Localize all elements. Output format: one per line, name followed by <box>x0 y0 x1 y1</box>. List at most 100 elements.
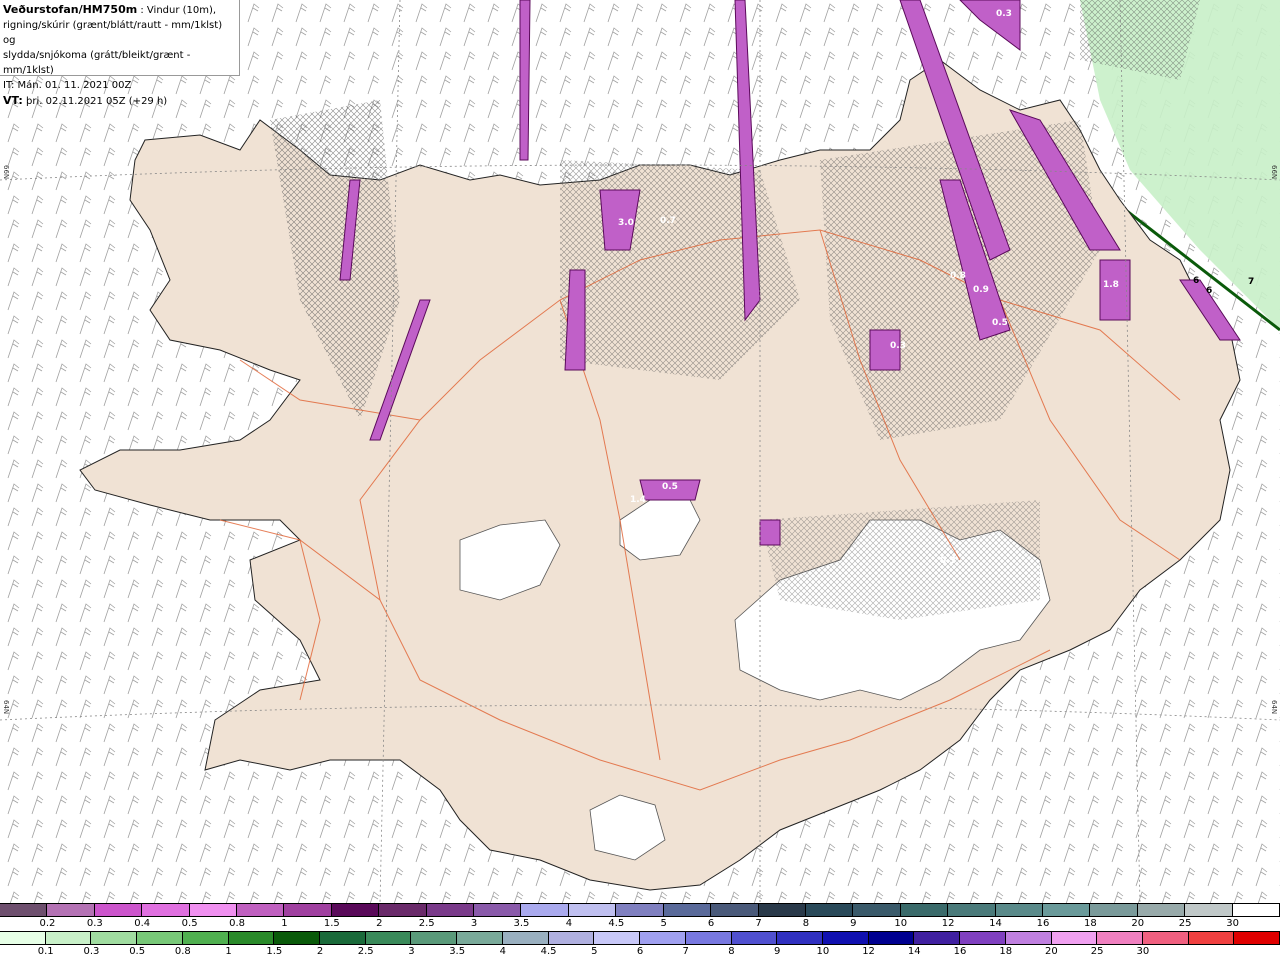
legend-swatch <box>502 932 549 944</box>
map-value: 1.8 <box>1103 280 1119 290</box>
legend-swatch <box>777 932 823 944</box>
legend-swatch <box>1090 904 1138 916</box>
map-value: 0.3 <box>996 9 1012 19</box>
legend-label: 30 <box>1226 918 1239 929</box>
legend-label: 0.5 <box>129 946 146 957</box>
legend-label: 1.5 <box>323 918 340 929</box>
map-value: 0.3 <box>890 341 906 351</box>
legend-label: 25 <box>1178 918 1192 929</box>
legend-swatch <box>805 904 854 916</box>
map-value: 0.5 <box>662 482 678 492</box>
legend-swatch <box>0 932 46 944</box>
weather-map: 0.3 3.0 0.7 0.8 1.8 0.9 0.5 0.3 1.4 0.5 … <box>0 0 1280 903</box>
legend-swatch <box>137 932 183 944</box>
legend-swatch <box>474 904 522 916</box>
legend-swatch <box>1005 932 1052 944</box>
legend-swatch <box>568 904 617 916</box>
legend-label: 2 <box>316 946 324 957</box>
legend-label: 12 <box>862 946 875 957</box>
legend-snow: 0.2 0.3 0.4 0.5 0.8 1 1.5 2 2.5 3 3.5 4 4.5 5 6 7 8 9 10 12… <box>0 903 1280 931</box>
legend-swatch <box>1232 904 1280 916</box>
source-title: Veðurstofan/HM750m <box>3 3 138 16</box>
legend-swatch <box>0 904 48 916</box>
legend-swatch <box>521 904 569 916</box>
legend-label: 10 <box>816 946 830 957</box>
legend-swatch <box>426 904 475 916</box>
legend-swatch <box>995 904 1043 916</box>
legend-rain: 0.1 0.3 0.5 0.8 1 1.5 2 2.5 3 3.5 4 4.5 5 6 7 8 9 10 12 14 1… <box>0 931 1280 959</box>
legend-swatch <box>711 904 759 916</box>
grid-label: 64N <box>1270 700 1278 715</box>
legend-swatch <box>1234 932 1280 944</box>
legend-label: 1 <box>281 918 288 929</box>
legend-label: 7 <box>682 946 689 957</box>
legend-swatch <box>365 932 412 944</box>
legend-swatch <box>182 932 229 944</box>
map-value: 3.0 <box>618 218 634 228</box>
legend-swatch <box>1051 932 1098 944</box>
legend-swatch <box>1097 932 1143 944</box>
legend-label: 4 <box>499 946 507 957</box>
legend-label: 0.4 <box>134 918 151 929</box>
legend-swatch <box>594 932 641 944</box>
map-value: 6 <box>1193 276 1199 286</box>
valid-time-label: VT: <box>3 94 23 107</box>
grid-label: 64N <box>2 700 10 715</box>
legend-label: 5 <box>591 946 598 957</box>
legend-label: 5 <box>660 918 667 929</box>
title-line2: rigning/skúrir (grænt/blátt/rautt - mm/1… <box>3 20 223 46</box>
legend-label: 0.2 <box>39 918 56 929</box>
legend-swatch <box>853 904 901 916</box>
legend-swatch <box>758 904 806 916</box>
legend-swatch <box>45 932 92 944</box>
legend-swatch <box>1188 932 1235 944</box>
legend-label: 9 <box>850 918 857 929</box>
legend-label: 1 <box>225 946 232 957</box>
legend-label: 7 <box>755 918 762 929</box>
legend-label: 6 <box>707 918 715 929</box>
legend-label: 6 <box>636 946 644 957</box>
valid-time: þri. 02.11.2021 05Z (+29 h) <box>22 96 168 107</box>
legend-label: 0.3 <box>83 946 100 957</box>
legend-label: 0.3 <box>86 918 103 929</box>
legend-swatch <box>640 932 686 944</box>
legend-swatch <box>1137 904 1186 916</box>
legend-swatch <box>379 904 427 916</box>
map-value: 7 <box>1248 277 1254 287</box>
legend-label: 2.5 <box>418 918 435 929</box>
legend-label: 0.5 <box>181 918 198 929</box>
legend-label: 14 <box>989 918 1002 929</box>
legend-label: 1.5 <box>266 946 283 957</box>
title-line3: slydda/snjókoma (grátt/bleikt/grænt - mm… <box>3 50 191 76</box>
legend-swatch <box>47 904 95 916</box>
legend-label: 25 <box>1090 946 1104 957</box>
legend-label: 14 <box>907 946 921 957</box>
legend-label: 8 <box>728 946 735 957</box>
legend-swatch <box>411 932 458 944</box>
legend-label: 4 <box>565 918 573 929</box>
legend-swatch <box>868 932 915 944</box>
legend-swatch <box>189 904 238 916</box>
title-line1: : Vindur (10m), <box>137 5 217 16</box>
map-value: 0.5 <box>992 318 1008 328</box>
legend-label: 20 <box>1131 918 1145 929</box>
legend-swatch <box>548 932 595 944</box>
legend-label: 18 <box>999 946 1013 957</box>
legend-swatch <box>948 904 996 916</box>
legend-label: 10 <box>894 918 908 929</box>
legend-label: 3.5 <box>449 946 466 957</box>
map-value: 0.8 <box>950 271 966 281</box>
legend-label: 4.5 <box>608 918 625 929</box>
legend-swatch <box>822 932 869 944</box>
legend-swatch <box>228 932 275 944</box>
grid-label: 66N <box>1270 165 1278 180</box>
map-value: 0.9 <box>973 285 989 295</box>
legend-label: 18 <box>1083 918 1097 929</box>
legend-swatch <box>663 904 712 916</box>
legend-label: 3 <box>408 946 415 957</box>
legend-swatch <box>91 932 138 944</box>
legend-swatch <box>900 904 949 916</box>
legend-label: 9 <box>773 946 781 957</box>
grid-label: 66N <box>2 165 10 180</box>
legend-swatch <box>685 932 732 944</box>
